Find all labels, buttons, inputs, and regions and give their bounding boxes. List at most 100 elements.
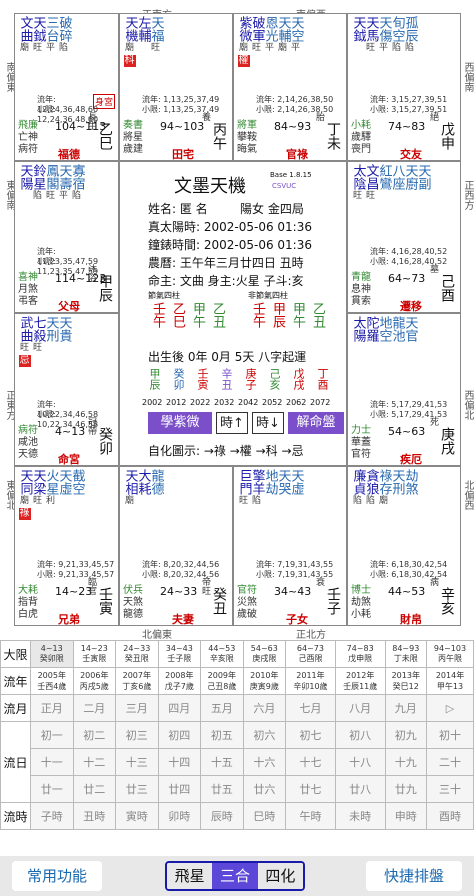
liuyue-cell[interactable]: 二月 xyxy=(72,694,117,722)
common-functions-button[interactable]: 常用功能 xyxy=(12,861,102,891)
daxian-cell[interactable]: 14~23 壬寅限 xyxy=(72,640,117,668)
liunian-cell[interactable]: 2011年 辛卯10歲 xyxy=(285,667,336,695)
palace-cell[interactable]: 天機廟科左輔 天福旺流年: 1,13,25,37,49 小限: 1,13,25,37… xyxy=(119,13,233,161)
liushi-cell[interactable]: 卯時 xyxy=(157,802,202,830)
liuri-cell[interactable]: 十四 xyxy=(157,748,202,776)
quick-chart-button[interactable]: 快捷排盤 xyxy=(366,861,462,891)
star-brightness: 旺 xyxy=(150,43,160,53)
liunian-cell[interactable]: 2009年 己丑8歲 xyxy=(200,667,244,695)
liuri-cell[interactable]: 廿九 xyxy=(384,775,428,803)
liuri-cell[interactable]: 廿五 xyxy=(200,775,244,803)
time-up-button[interactable]: 時↑ xyxy=(216,412,248,434)
time-down-button[interactable]: 時↓ xyxy=(252,412,284,434)
liuyue-cell[interactable]: 六月 xyxy=(242,694,287,722)
liushi-cell[interactable]: 午時 xyxy=(285,802,336,830)
liuri-cell[interactable]: 十九 xyxy=(384,748,428,776)
liuri-cell[interactable]: 十七 xyxy=(285,748,336,776)
liuri-cell[interactable]: 初二 xyxy=(72,721,117,749)
liuri-cell[interactable]: 廿一 xyxy=(30,775,74,803)
liuri-cell[interactable]: 十三 xyxy=(115,748,159,776)
liushi-cell[interactable]: 未時 xyxy=(334,802,386,830)
liuri-cell[interactable]: 廿六 xyxy=(242,775,287,803)
direction-label: 西偏北 xyxy=(462,390,473,420)
palace-cell[interactable]: 紫微廟權破軍旺恩光平天輔廟天空平流年: 2,14,26,38,50 小限: 2,1… xyxy=(233,13,347,161)
liushi-cell[interactable]: 巳時 xyxy=(242,802,287,830)
liuri-cell[interactable]: 十二 xyxy=(72,748,117,776)
daxian-cell[interactable]: 84~93 丁未限 xyxy=(384,640,428,668)
liunian-cell[interactable]: 2008年 戊子7歲 xyxy=(157,667,202,695)
liuri-cell[interactable]: 十六 xyxy=(242,748,287,776)
explain-chart-button[interactable]: 解命盤 xyxy=(288,412,344,434)
liuyue-cell[interactable]: 七月 xyxy=(285,694,336,722)
liuri-cell[interactable]: 初九 xyxy=(384,721,428,749)
palace-cell[interactable]: 太陰旺文昌旺紅鸞 八座 天廚 天副 流年: 4,16,28,40,52 小限: 4,16,… xyxy=(347,161,461,313)
minor-star: 息神 xyxy=(351,284,371,295)
liuri-cell[interactable]: 初八 xyxy=(334,721,386,749)
learn-ziwei-button[interactable]: 學紫微 xyxy=(148,412,212,434)
liuri-cell[interactable]: 廿二 xyxy=(72,775,117,803)
palace-cell[interactable]: 天相廟大耗 龍德 流年: 8,20,32,44,56 小限: 8,20,32,44,5… xyxy=(119,466,233,626)
liuri-cell[interactable]: 初五 xyxy=(200,721,244,749)
liushi-cell[interactable]: 丑時 xyxy=(72,802,117,830)
liushi-cell[interactable]: 寅時 xyxy=(115,802,159,830)
daxian-cell[interactable]: 54~63 庚戌限 xyxy=(242,640,287,668)
liushi-cell[interactable]: 子時 xyxy=(30,802,74,830)
palace-cell[interactable]: 廉貞陷貪狼陷祿存廟天刑 劫煞 流年: 6,18,30,42,54 小限: 6,18,3… xyxy=(347,466,461,626)
palace-cell[interactable]: 文曲廟天鉞旺三台平破碎陷身宮 流年: 12,24,36,48,60 小限: 12,2… xyxy=(14,13,119,161)
liunian-cell[interactable]: 2014年 甲午13 xyxy=(426,667,474,695)
star-brightness: 陷 xyxy=(365,496,375,506)
daxian-cell[interactable]: 34~43 壬子限 xyxy=(157,640,202,668)
liuyue-cell[interactable]: 九月 xyxy=(384,694,428,722)
daxian-cell[interactable]: 4~13 癸卯限 xyxy=(30,640,74,668)
liuyue-cell[interactable]: 八月 xyxy=(334,694,386,722)
tab-feixing[interactable]: 飛星 xyxy=(167,863,213,889)
palace-cell[interactable]: 太陽 陀羅 地空 龍池 天官 流年: 5,17,29,41,53 小限: 5,17,29,4… xyxy=(347,313,461,466)
liunian-cell[interactable]: 2005年 壬西4歲 xyxy=(30,667,74,695)
palace-cell[interactable]: 天同廟祿天梁旺火星利天虛 截空 流年: 9,21,33,45,57 小限: 9,21,… xyxy=(14,466,119,626)
daxian-cell[interactable]: 94~103 丙午限 xyxy=(426,640,474,668)
tab-sihua[interactable]: 四化 xyxy=(257,863,303,889)
star-brightness: 廟 xyxy=(378,496,388,506)
palace-cell[interactable]: 武曲旺忌七殺旺天刑 天貴 流年: 10,22,34,46,58 小限: 10,22,3… xyxy=(14,313,119,466)
liuyue-cell[interactable]: 正月 xyxy=(30,694,74,722)
star-brightness: 旺 xyxy=(45,191,55,201)
liushi-cell[interactable]: 申時 xyxy=(384,802,428,830)
palace-cell[interactable]: 巨門旺擎羊陷地劫 天哭 天虛 流年: 7,19,31,43,55 小限: 7,19,31… xyxy=(233,466,347,626)
palace-cell[interactable]: 天鉞 天馬旺天傷平旬空陷孤辰陷流年: 3,15,27,39,51 小限: 3,15,… xyxy=(347,13,461,161)
tab-sanhe[interactable]: 三合 xyxy=(212,863,258,889)
liuri-cell[interactable]: 初三 xyxy=(115,721,159,749)
liuri-cell[interactable]: 十八 xyxy=(334,748,386,776)
liuyue-cell[interactable]: ▷ xyxy=(426,694,474,722)
liunian-cell[interactable]: 2013年 癸巳12 xyxy=(384,667,428,695)
daxian-cell[interactable]: 64~73 己酉限 xyxy=(285,640,336,668)
liuri-cell[interactable]: 十一 xyxy=(30,748,74,776)
liunian-cell[interactable]: 2007年 丁亥6歲 xyxy=(115,667,159,695)
liuri-cell[interactable]: 十五 xyxy=(200,748,244,776)
liuri-cell[interactable]: 廿三 xyxy=(115,775,159,803)
daxian-cell[interactable]: 74~83 戊申限 xyxy=(334,640,386,668)
liunian-cell[interactable]: 2010年 庚寅9歲 xyxy=(242,667,287,695)
liuri-cell[interactable]: 初四 xyxy=(157,721,202,749)
liuri-cell[interactable]: 三十 xyxy=(426,775,474,803)
liuri-cell[interactable]: 初一 xyxy=(30,721,74,749)
liunian-cell[interactable]: 2012年 壬辰11歲 xyxy=(334,667,386,695)
liuyue-cell[interactable]: 五月 xyxy=(200,694,244,722)
liushi-cell[interactable]: 酉時 xyxy=(426,802,474,830)
palace-cell[interactable]: 天陽 鈴星陷鳳閣旺天壽平寡宿陷流年: 11,23,35,47,59 小限: 11,2… xyxy=(14,161,119,313)
liuyue-cell[interactable]: 三月 xyxy=(115,694,159,722)
liuyue-cell[interactable]: 四月 xyxy=(157,694,202,722)
liuri-cell[interactable]: 二十 xyxy=(426,748,474,776)
liuri-cell[interactable]: 初六 xyxy=(242,721,287,749)
liuri-cell[interactable]: 初七 xyxy=(285,721,336,749)
liuri-cell[interactable]: 初十 xyxy=(426,721,474,749)
liunian-cell[interactable]: 2006年 丙戌5歲 xyxy=(72,667,117,695)
life-stage: 墓 xyxy=(428,264,438,273)
liuri-cell[interactable]: 廿八 xyxy=(334,775,386,803)
minor-star: 歲驛 xyxy=(351,132,371,143)
daxian-cell[interactable]: 44~53 辛亥限 xyxy=(200,640,244,668)
liuri-cell[interactable]: 廿七 xyxy=(285,775,336,803)
liushi-cell[interactable]: 辰時 xyxy=(200,802,244,830)
sihua-badge: 權 xyxy=(237,55,250,67)
daxian-cell[interactable]: 24~33 癸丑限 xyxy=(115,640,159,668)
liuri-cell[interactable]: 廿四 xyxy=(157,775,202,803)
